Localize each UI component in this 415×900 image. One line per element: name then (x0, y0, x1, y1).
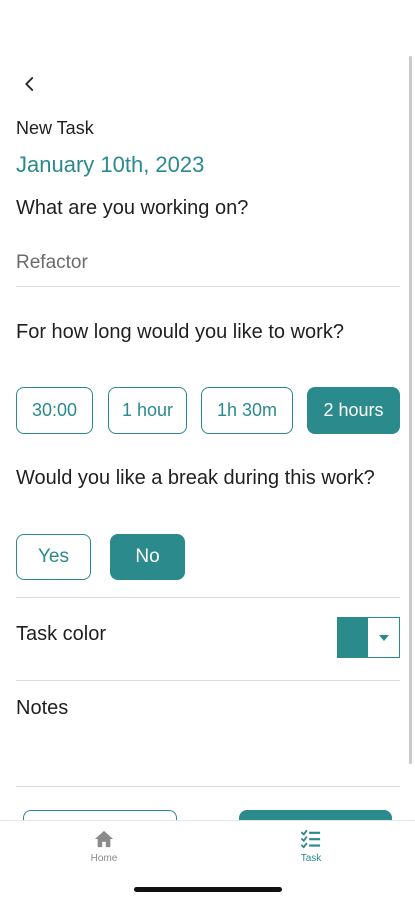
nav-label-task: Task (300, 853, 322, 864)
nav-label-home: Home (90, 853, 118, 864)
duration-option-30-00[interactable]: 30:00 (16, 387, 93, 434)
chevron-left-icon (25, 77, 34, 91)
duration-option-2-hours[interactable]: 2 hours (307, 387, 400, 434)
divider (16, 286, 400, 287)
divider (16, 786, 400, 787)
color-swatch (338, 618, 368, 657)
back-button[interactable] (16, 70, 44, 98)
home-icon (93, 829, 115, 849)
task-list-icon (300, 829, 322, 849)
notes-input[interactable] (16, 728, 400, 780)
scrollbar[interactable] (409, 56, 412, 764)
task-color-picker[interactable] (337, 617, 400, 658)
divider (16, 680, 400, 681)
divider (16, 597, 400, 598)
duration-option-1-hour[interactable]: 1 hour (108, 387, 187, 434)
duration-option-1h-30m[interactable]: 1h 30m (201, 387, 293, 434)
nav-item-task[interactable]: Task (266, 829, 356, 864)
task-name-input[interactable] (16, 248, 400, 278)
break-no-button[interactable]: No (110, 534, 185, 580)
break-yes-button[interactable]: Yes (16, 534, 91, 580)
caret-down-icon (368, 618, 399, 657)
task-question: What are you working on? (16, 197, 249, 219)
home-indicator[interactable] (134, 887, 282, 892)
break-question: Would you like a break during this work? (16, 467, 375, 489)
bottom-nav: Home Task (0, 820, 415, 900)
duration-question: For how long would you like to work? (16, 321, 344, 343)
page-title: New Task (16, 118, 94, 138)
notes-label: Notes (16, 697, 69, 719)
task-date: January 10th, 2023 (16, 152, 205, 177)
task-color-label: Task color (16, 623, 107, 645)
nav-item-home[interactable]: Home (59, 829, 149, 864)
